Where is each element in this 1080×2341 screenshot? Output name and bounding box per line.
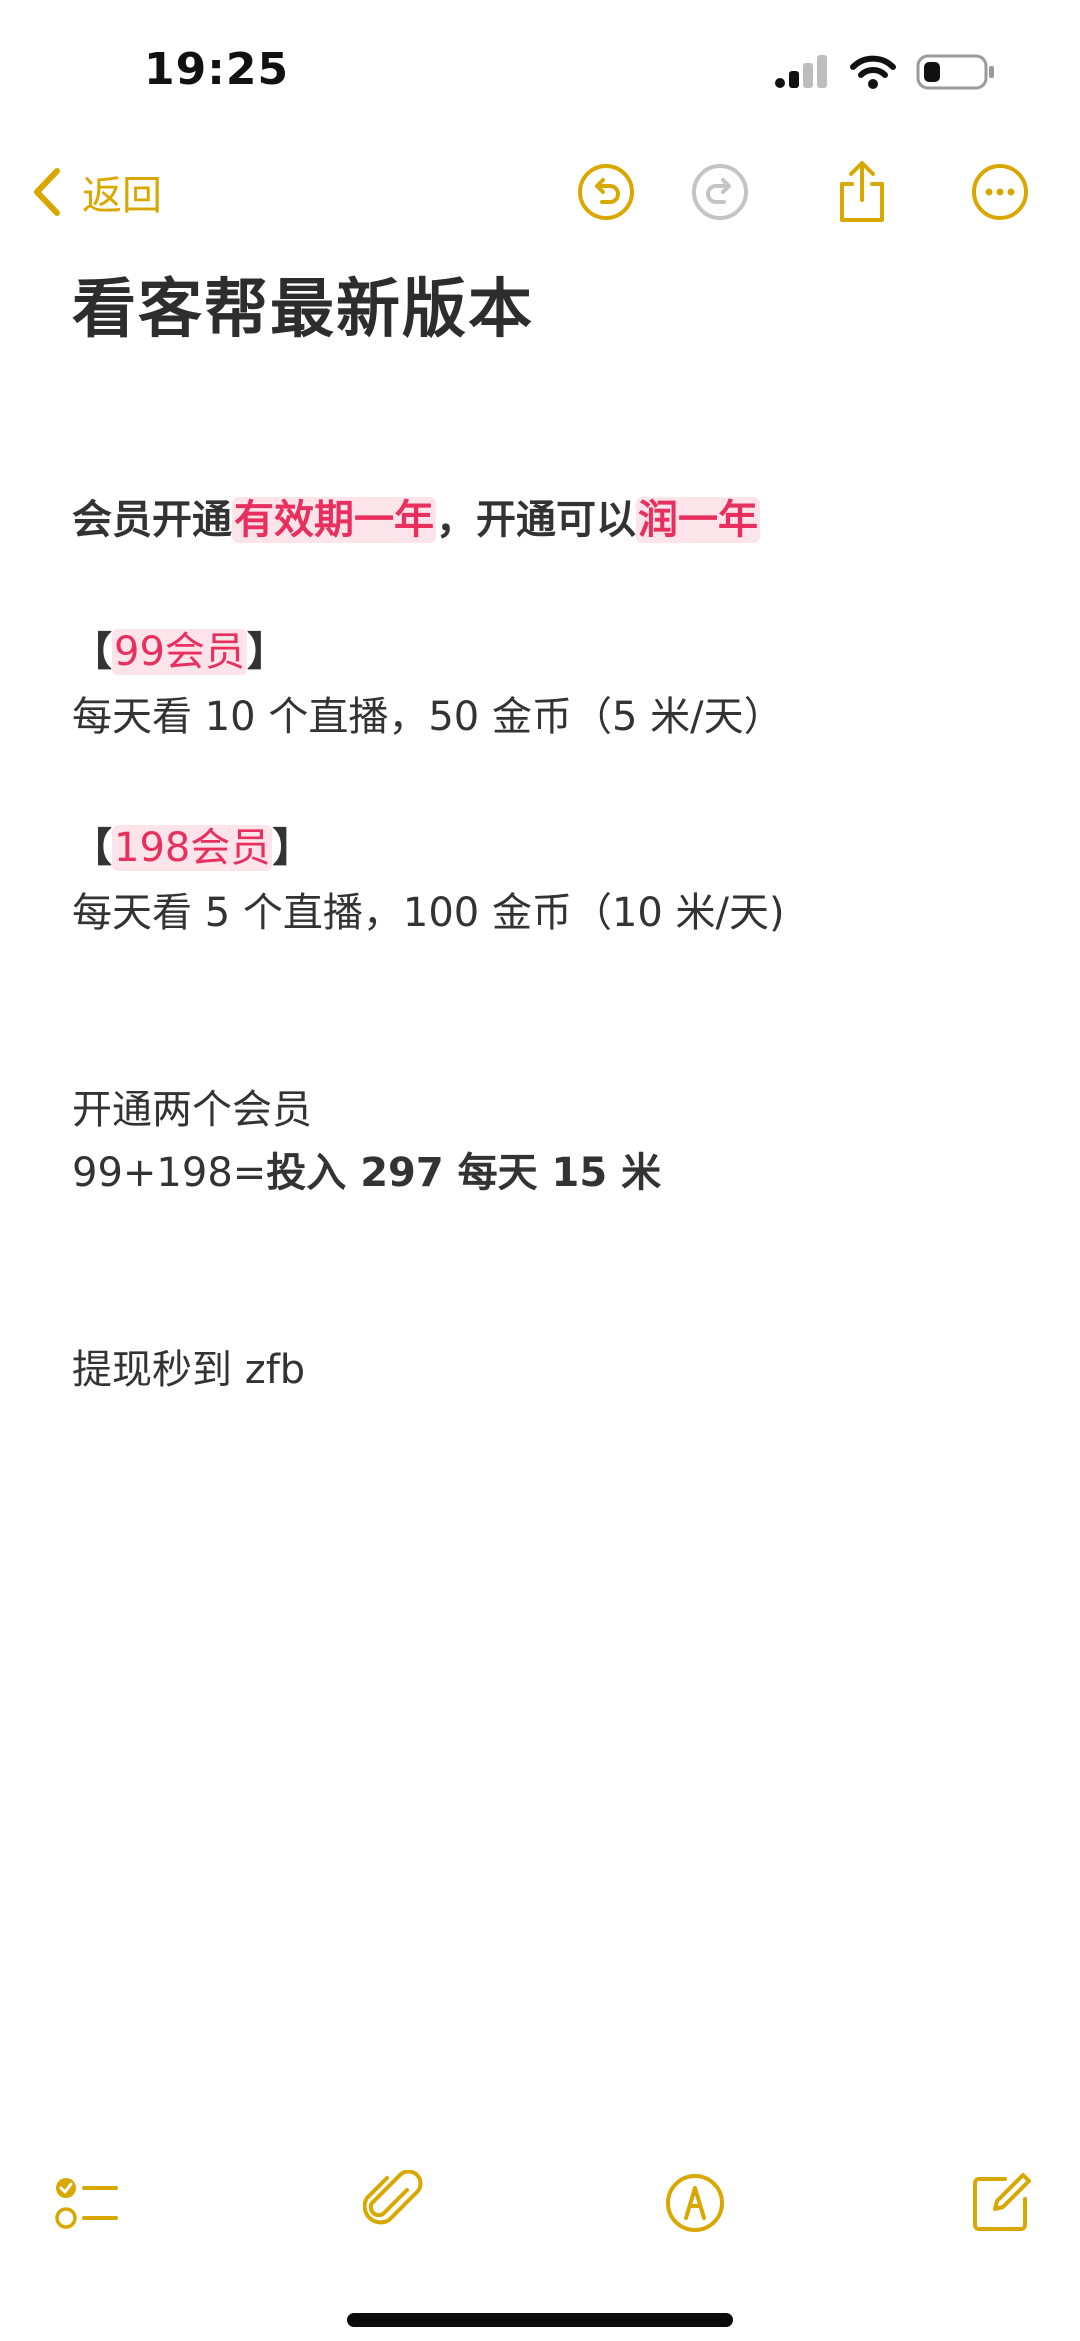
- markup-pen-icon: [666, 2174, 724, 2232]
- checklist-icon: [55, 2178, 118, 2229]
- tier1-name: 99会员: [112, 629, 247, 675]
- tier1-heading: 【99会员】: [72, 624, 287, 680]
- tier2-name: 198会员: [112, 825, 273, 871]
- paperclip-icon: [363, 2170, 423, 2225]
- share-icon: [840, 161, 884, 222]
- undo-icon: [578, 164, 634, 220]
- markup-button[interactable]: [660, 2168, 730, 2238]
- redo-icon: [692, 164, 748, 220]
- membership-validity-line: 会员开通有效期一年，开通可以润一年: [72, 492, 760, 548]
- tier1-bracket-close: 】: [246, 629, 287, 675]
- wifi-icon: [850, 55, 896, 89]
- validity-text-a: 会员开通: [72, 497, 232, 543]
- cellular-signal-icon: [775, 55, 827, 88]
- combo-sum: 99+198=: [72, 1150, 267, 1196]
- checklist-button[interactable]: [52, 2168, 122, 2238]
- chevron-left-icon: [34, 168, 60, 216]
- tier2-bracket-close: 】: [272, 825, 313, 871]
- battery-icon: [916, 54, 994, 90]
- tier2-bracket-open: 【: [72, 825, 112, 871]
- validity-text-c: ，开通可以: [436, 497, 636, 543]
- combo-line-2: 99+198=投入 297 每天 15 米: [72, 1145, 661, 1201]
- note-title: 看客帮最新版本: [72, 273, 534, 347]
- tier2-description: 每天看 5 个直播，100 金币（10 米/天): [72, 890, 785, 936]
- share-button[interactable]: [828, 158, 896, 226]
- tier1-bracket-open: 【: [72, 629, 112, 675]
- status-icons: [774, 52, 996, 92]
- tier2-heading: 【198会员】: [72, 820, 312, 876]
- more-button[interactable]: [966, 158, 1034, 226]
- more-icon: [972, 164, 1028, 220]
- withdraw-line: 提现秒到 zfb: [72, 1347, 306, 1393]
- compose-icon: [973, 2173, 1031, 2231]
- tier1-description: 每天看 10 个直播，50 金币（5 米/天）: [72, 694, 784, 740]
- back-button[interactable]: 返回: [30, 160, 162, 224]
- compose-button[interactable]: [966, 2168, 1036, 2238]
- validity-highlight: 有效期一年: [232, 497, 436, 543]
- home-indicator[interactable]: [347, 2313, 733, 2327]
- status-time: 19:25: [144, 44, 290, 95]
- combo-line-1: 开通两个会员: [72, 1087, 312, 1133]
- attach-button[interactable]: [358, 2168, 428, 2238]
- back-label: 返回: [82, 173, 162, 219]
- redo-button[interactable]: [686, 158, 754, 226]
- undo-button[interactable]: [572, 158, 640, 226]
- combo-result: 投入 297 每天 15 米: [266, 1150, 662, 1196]
- run-highlight: 润一年: [636, 497, 760, 543]
